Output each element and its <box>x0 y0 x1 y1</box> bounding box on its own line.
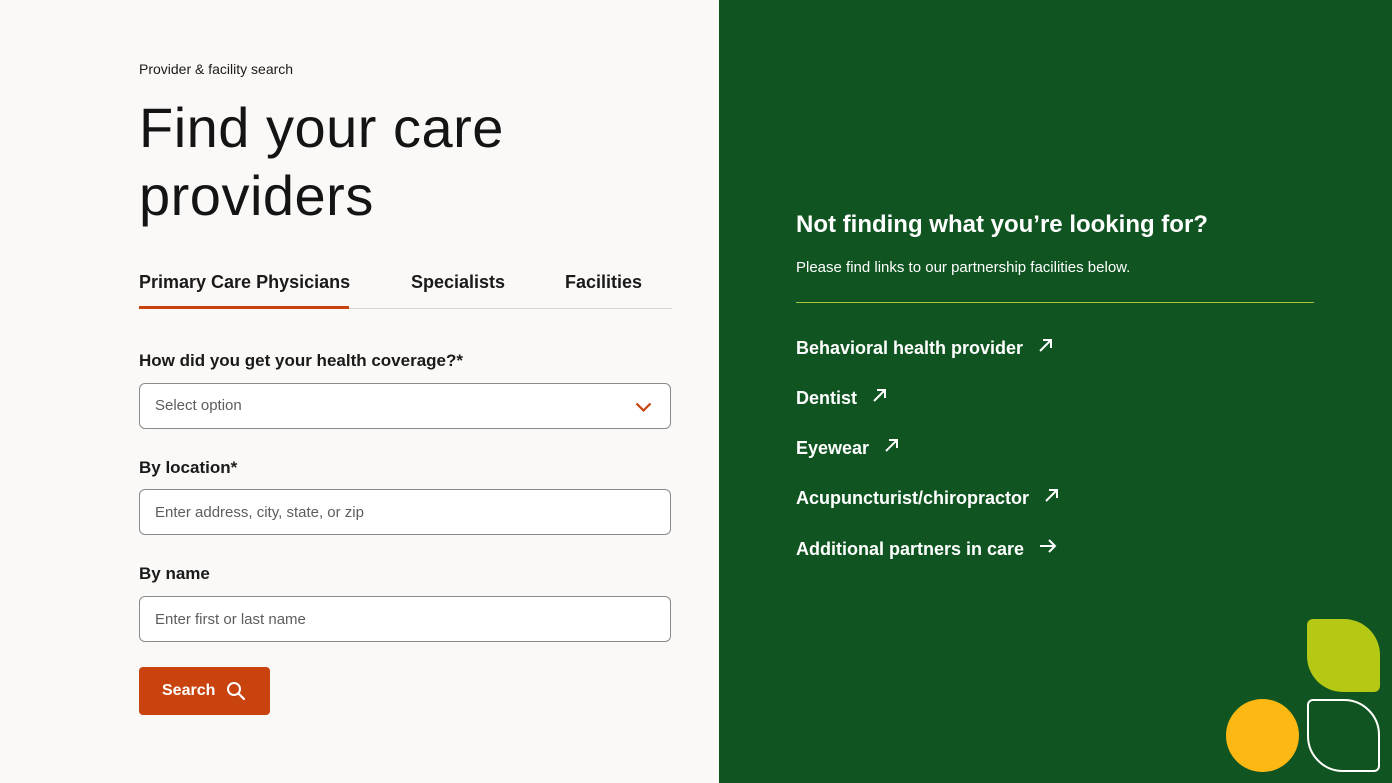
tab-bar: Primary Care Physicians Specialists Faci… <box>139 262 672 309</box>
search-icon <box>226 681 246 706</box>
tab-primary-care-physicians[interactable]: Primary Care Physicians <box>139 272 350 293</box>
decorative-outline-leaf-shape <box>1307 699 1380 772</box>
coverage-label: How did you get your health coverage?* <box>139 351 463 370</box>
link-acupuncturist-chiropractor[interactable]: Acupuncturist/chiropractor <box>796 488 1060 510</box>
location-field-wrapper <box>139 489 671 535</box>
link-label: Dentist <box>796 388 858 408</box>
link-label: Acupuncturist/chiropractor <box>796 488 1030 508</box>
coverage-select[interactable]: Select option <box>139 383 671 429</box>
decorative-lime-leaf-shape <box>1307 619 1380 692</box>
link-dentist[interactable]: Dentist <box>796 388 888 410</box>
arrow-right-icon <box>1039 538 1057 559</box>
name-field-wrapper <box>139 596 671 642</box>
chevron-down-icon <box>635 400 652 418</box>
tab-specialists[interactable]: Specialists <box>411 272 505 293</box>
page-title: Find your care providers <box>139 94 504 230</box>
location-input[interactable] <box>140 490 670 534</box>
eyebrow-label: Provider & facility search <box>139 61 294 77</box>
link-additional-partners-in-care[interactable]: Additional partners in care <box>796 539 1057 561</box>
partner-links-panel: Not finding what you’re looking for? Ple… <box>719 0 1392 783</box>
external-arrow-icon <box>1044 487 1060 508</box>
coverage-select-value: Select option <box>155 397 242 414</box>
page-title-line-2: providers <box>139 164 374 227</box>
active-tab-indicator <box>139 306 349 309</box>
partner-subtext: Please find links to our partnership fac… <box>796 259 1131 276</box>
search-button[interactable]: Search <box>139 667 270 715</box>
external-arrow-icon <box>1038 337 1054 358</box>
link-label: Additional partners in care <box>796 539 1025 559</box>
location-label: By location* <box>139 458 238 477</box>
search-button-label: Search <box>162 682 216 699</box>
link-behavioral-health-provider[interactable]: Behavioral health provider <box>796 338 1054 360</box>
link-label: Behavioral health provider <box>796 338 1024 358</box>
link-label: Eyewear <box>796 438 870 458</box>
name-input[interactable] <box>140 597 670 641</box>
tab-facilities[interactable]: Facilities <box>565 272 642 293</box>
divider <box>796 302 1314 303</box>
page-title-line-1: Find your care <box>139 96 504 159</box>
search-panel: Provider & facility search Find your car… <box>0 0 719 783</box>
external-arrow-icon <box>884 437 900 458</box>
name-label: By name <box>139 564 210 583</box>
external-arrow-icon <box>872 387 888 408</box>
link-eyewear[interactable]: Eyewear <box>796 438 900 460</box>
partner-heading: Not finding what you’re looking for? <box>796 211 1208 238</box>
decorative-yellow-circle-shape <box>1226 699 1299 772</box>
